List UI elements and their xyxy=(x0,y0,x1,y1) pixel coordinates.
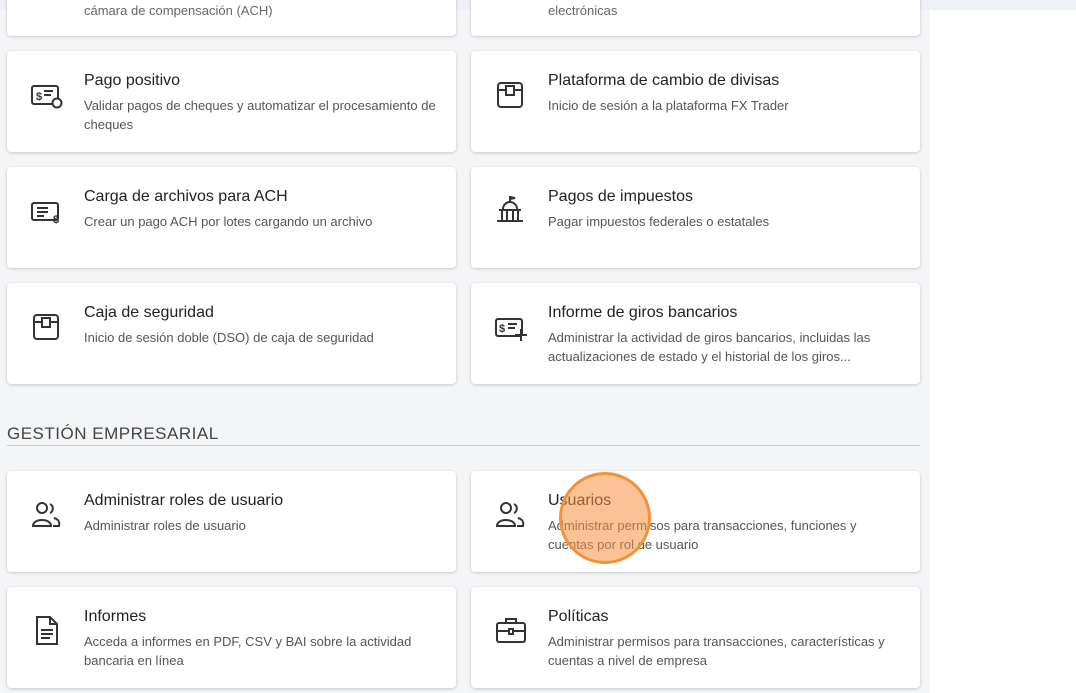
card-informe-giros[interactable]: $ Informe de giros bancarios Administrar… xyxy=(471,283,920,384)
briefcase-icon xyxy=(494,614,528,648)
card-description: cámara de compensación (ACH) xyxy=(84,3,273,18)
box-icon xyxy=(494,78,528,112)
card-description: Administrar la actividad de giros bancar… xyxy=(548,330,871,364)
svg-text:$: $ xyxy=(36,91,42,103)
card-title: Caja de seguridad xyxy=(84,304,214,321)
card-description: Crear un pago ACH por lotes cargando un … xyxy=(84,214,373,229)
card-description: Administrar permisos para transacciones,… xyxy=(548,634,885,668)
card-pago-positivo[interactable]: $ Pago positivo Validar pagos de cheques… xyxy=(7,51,456,152)
card-description: Pagar impuestos federales o estatales xyxy=(548,214,770,229)
card-description: Acceda a informes en PDF, CSV y BAI sobr… xyxy=(84,634,412,668)
card-caja-seguridad[interactable]: Caja de seguridad Inicio de sesión doble… xyxy=(7,283,456,384)
card-description: Inicio de sesión a la plataforma FX Trad… xyxy=(548,98,789,113)
card-title: Políticas xyxy=(548,608,609,625)
card-description: Administrar permisos para transacciones,… xyxy=(548,518,857,552)
card-pagos-impuestos[interactable]: Pagos de impuestos Pagar impuestos feder… xyxy=(471,167,920,268)
card-description: Inicio de sesión doble (DSO) de caja de … xyxy=(84,330,374,345)
card-title: Carga de archivos para ACH xyxy=(84,188,288,205)
report-document-icon xyxy=(30,614,64,648)
card-description: electrónicas xyxy=(548,3,618,18)
card-title: Pago positivo xyxy=(84,72,181,89)
card-ach-partial[interactable]: cámara de compensación (ACH) xyxy=(7,0,456,36)
card-electronic-partial[interactable]: electrónicas xyxy=(471,0,920,36)
card-title: Usuarios xyxy=(548,492,612,509)
government-building-icon xyxy=(494,194,528,228)
card-usuarios[interactable]: Usuarios Administrar permisos para trans… xyxy=(471,471,920,572)
wire-transfer-icon: $ xyxy=(494,310,528,344)
section-divider xyxy=(7,445,920,446)
ach-file-icon: $ xyxy=(30,194,64,228)
svg-text:$: $ xyxy=(499,323,505,335)
svg-text:$: $ xyxy=(53,214,59,226)
card-description: Validar pagos de cheques y automatizar e… xyxy=(84,98,436,132)
box-icon xyxy=(30,310,64,344)
right-pane xyxy=(930,10,1076,693)
card-title: Informe de giros bancarios xyxy=(548,304,738,321)
card-politicas[interactable]: Políticas Administrar permisos para tran… xyxy=(471,587,920,688)
card-title: Administrar roles de usuario xyxy=(84,492,284,509)
card-carga-archivos-ach[interactable]: $ Carga de archivos para ACH Crear un pa… xyxy=(7,167,456,268)
card-informes[interactable]: Informes Acceda a informes en PDF, CSV y… xyxy=(7,587,456,688)
card-administrar-roles[interactable]: Administrar roles de usuario Administrar… xyxy=(7,471,456,572)
card-title: Pagos de impuestos xyxy=(548,188,693,205)
check-payment-icon: $ xyxy=(30,78,64,112)
card-description: Administrar roles de usuario xyxy=(84,518,246,533)
section-title: GESTIÓN EMPRESARIAL xyxy=(7,424,219,443)
users-icon xyxy=(30,498,64,532)
users-icon xyxy=(494,498,528,532)
card-title: Plataforma de cambio de divisas xyxy=(548,72,780,89)
card-title: Informes xyxy=(84,608,147,625)
card-plataforma-divisas[interactable]: Plataforma de cambio de divisas Inicio d… xyxy=(471,51,920,152)
